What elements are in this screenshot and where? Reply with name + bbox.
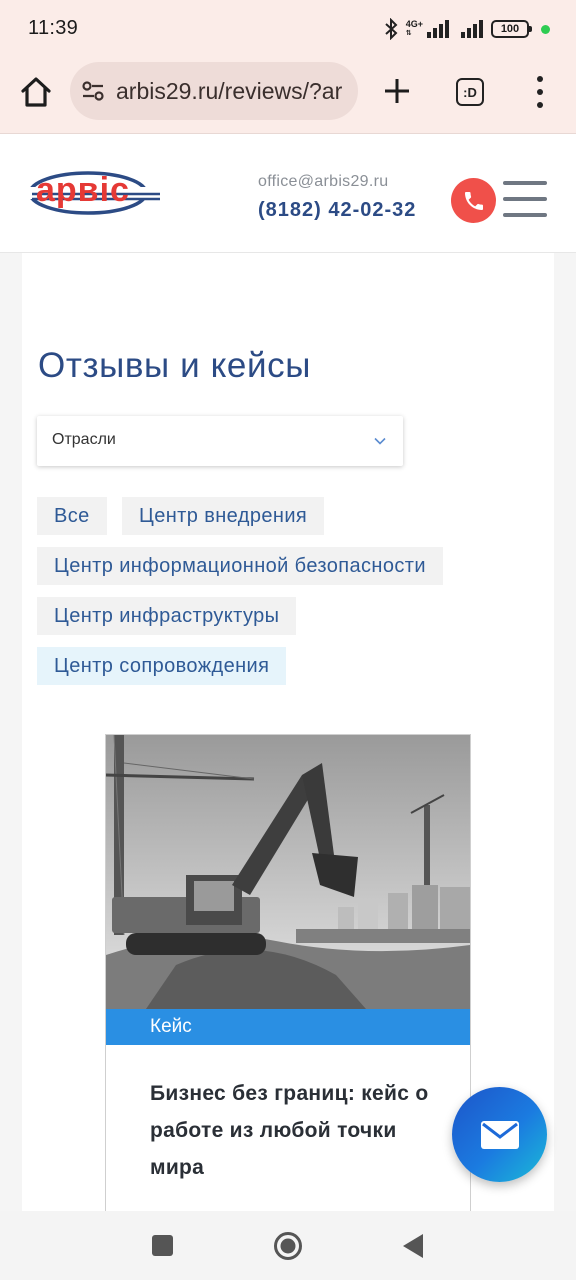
page-title: Отзывы и кейсы [38, 346, 311, 385]
chevron-down-icon [374, 437, 386, 445]
signal-4g-icon: 4G+ ⇅ [406, 20, 449, 38]
phone-icon [464, 191, 483, 210]
signal-icon [461, 20, 483, 38]
case-image-excavator [106, 735, 470, 1009]
more-vert-icon[interactable] [530, 76, 550, 108]
bluetooth-icon [385, 18, 398, 40]
address-bar[interactable]: arbis29.ru/reviews/?ar [70, 62, 358, 120]
contact-phone[interactable]: (8182) 42-02-32 [258, 199, 416, 222]
status-bar: 11:39 4G+ ⇅ 100 [0, 0, 576, 58]
case-title[interactable]: Бизнес без границ: кейс о работе из любо… [150, 1075, 450, 1186]
back-icon[interactable] [401, 1232, 425, 1260]
filter-chip-infrastructure[interactable]: Центр инфраструктуры [37, 597, 297, 635]
call-button[interactable] [451, 178, 496, 223]
new-tab-icon[interactable] [380, 74, 414, 108]
network-type: 4G+ [405, 19, 423, 29]
system-nav-bar [0, 1211, 576, 1280]
status-time: 11:39 [28, 17, 79, 39]
mail-icon [480, 1120, 519, 1149]
industry-select[interactable]: Отрасли [37, 416, 403, 466]
contact-email[interactable]: office@arbis29.ru [258, 173, 388, 191]
site-header: арвіс office@arbis29.ru (8182) 42-02-32 [0, 135, 576, 253]
status-icons: 4G+ ⇅ 100 [384, 16, 550, 42]
content-card: Отзывы и кейсы Отрасли Все Центр внедрен… [22, 253, 554, 1211]
home-circle-icon[interactable] [273, 1231, 303, 1261]
contact-mail-button[interactable] [452, 1087, 547, 1182]
main-content: Отзывы и кейсы Отрасли Все Центр внедрен… [0, 253, 576, 1211]
site-settings-icon[interactable] [80, 78, 106, 104]
privacy-dot-icon [541, 24, 550, 34]
hamburger-menu-icon[interactable] [503, 181, 547, 217]
tabs-button[interactable]: :D [456, 78, 484, 106]
battery-icon: 100 [491, 20, 532, 38]
svg-text:арвіс: арвіс [36, 171, 130, 209]
case-card[interactable]: Кейс Бизнес без границ: кейс о работе из… [105, 734, 471, 1211]
url-text: arbis29.ru/reviews/?ar [116, 77, 343, 104]
recents-icon[interactable] [152, 1235, 173, 1256]
filter-chip-security[interactable]: Центр информационной безопасности [37, 547, 443, 585]
industry-select-value: Отрасли [52, 431, 116, 448]
arbis-logo[interactable]: арвіс [28, 165, 164, 221]
filter-chip-all[interactable]: Все [37, 497, 107, 535]
filter-chip-implementation[interactable]: Центр внедрения [122, 497, 325, 535]
case-tag: Кейс [106, 1009, 470, 1045]
browser-toolbar: arbis29.ru/reviews/?ar :D [0, 58, 576, 134]
filter-chip-support[interactable]: Центр сопровождения [37, 647, 287, 685]
home-icon[interactable] [18, 74, 54, 110]
